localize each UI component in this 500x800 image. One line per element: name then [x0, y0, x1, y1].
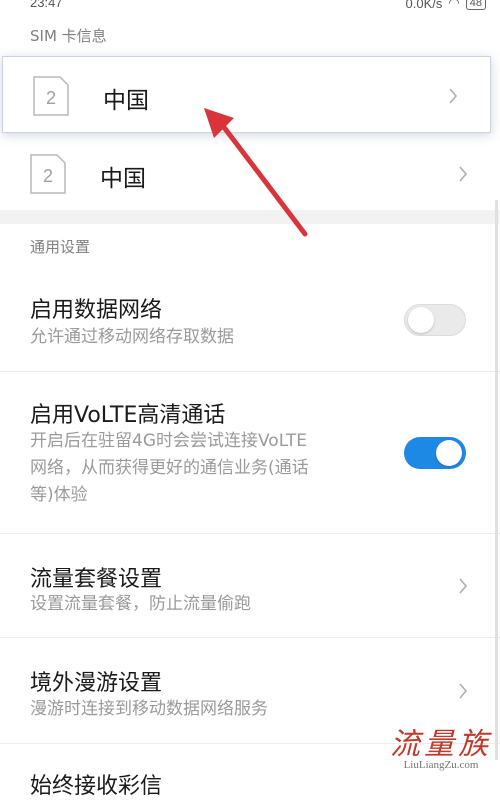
- setting-title: 流量套餐设置: [30, 567, 163, 592]
- sim-card-icon: 2: [30, 154, 66, 194]
- subtitle-line: 开启后在驻留4G时会尝试连接VoLTE: [30, 431, 307, 451]
- setting-subtitle: 设置流量套餐，防止流量偷跑: [30, 594, 251, 614]
- sim-card-name: 中国: [100, 166, 146, 192]
- setting-subtitle: 开启后在驻留4G时会尝试连接VoLTE 网络，从而获得更好的通信业务(通话 等)…: [30, 428, 309, 509]
- chevron-right-icon: [459, 166, 468, 182]
- scrollbar[interactable]: [495, 200, 498, 760]
- battery-icon: 48: [465, 0, 486, 10]
- chevron-right-icon: [459, 683, 468, 699]
- data-network-toggle[interactable]: [404, 304, 466, 336]
- sim-slot-number: 2: [46, 88, 56, 108]
- status-icons: 0.0K/s ◠ 48: [406, 0, 486, 11]
- sim-card-row-1[interactable]: 2 中国: [2, 56, 491, 133]
- setting-data-plan[interactable]: 流量套餐设置 设置流量套餐，防止流量偷跑: [0, 534, 500, 638]
- subtitle-line: 网络，从而获得更好的通信业务(通话: [30, 458, 309, 478]
- wifi-icon: ◠: [448, 0, 460, 10]
- setting-enable-data-network[interactable]: 启用数据网络 允许通过移动网络存取数据: [0, 268, 500, 372]
- watermark: 流量族 LiuLiangZu.com: [390, 719, 492, 771]
- volte-toggle[interactable]: [404, 437, 466, 469]
- section-divider: [0, 210, 500, 224]
- status-time: 23:47: [30, 0, 63, 10]
- setting-title: 始终接收彩信: [30, 774, 163, 799]
- sim-slot-number: 2: [43, 166, 53, 186]
- setting-subtitle: 漫游时连接到移动数据网络服务: [30, 699, 268, 719]
- general-section-header: 通用设置: [30, 238, 91, 256]
- setting-title: 境外漫游设置: [30, 671, 163, 696]
- watermark-logo: 流量族: [390, 727, 492, 762]
- network-speed: 0.0K/s: [405, 0, 443, 11]
- setting-volte-hd-call[interactable]: 启用VoLTE高清通话 开启后在驻留4G时会尝试连接VoLTE 网络，从而获得更…: [0, 372, 500, 534]
- toggle-knob: [436, 440, 462, 466]
- subtitle-line: 等)体验: [30, 485, 88, 505]
- setting-title: 启用VoLTE高清通话: [30, 403, 226, 428]
- setting-title: 启用数据网络: [30, 298, 163, 323]
- status-bar: 23:47 0.0K/s ◠ 48: [0, 0, 500, 14]
- chevron-right-icon: [449, 88, 458, 104]
- watermark-url: LiuLiangZu.com: [403, 759, 479, 771]
- sim-card-row-2[interactable]: 2 中国: [0, 135, 500, 212]
- sim-card-icon: 2: [33, 76, 69, 116]
- sim-card-name: 中国: [103, 88, 149, 114]
- toggle-knob: [408, 307, 434, 333]
- sim-section-header: SIM 卡信息: [30, 27, 107, 45]
- setting-subtitle: 允许通过移动网络存取数据: [30, 327, 234, 347]
- chevron-right-icon: [459, 578, 468, 594]
